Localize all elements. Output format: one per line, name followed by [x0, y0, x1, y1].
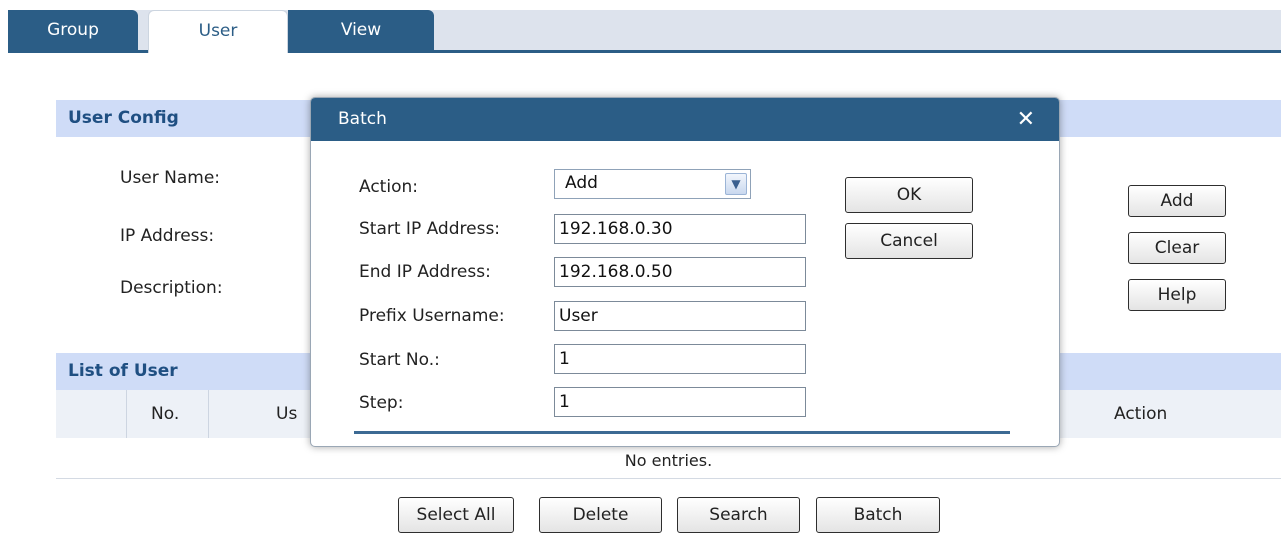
- help-button[interactable]: Help: [1128, 279, 1226, 311]
- select-all-button[interactable]: Select All: [398, 497, 514, 533]
- prefix-username-label: Prefix Username:: [359, 306, 505, 326]
- tab-user[interactable]: User: [148, 10, 288, 53]
- dialog-title: Batch: [338, 109, 387, 129]
- end-ip-input[interactable]: [554, 257, 806, 287]
- add-button[interactable]: Add: [1128, 185, 1226, 217]
- tab-view[interactable]: View: [288, 10, 434, 50]
- start-ip-input[interactable]: [554, 214, 806, 244]
- close-icon[interactable]: ✕: [1017, 98, 1035, 141]
- description-label: Description:: [120, 278, 223, 298]
- column-header-user: Us: [276, 404, 298, 424]
- action-select-value: Add: [565, 173, 598, 193]
- tab-bar: Group User View: [8, 10, 1281, 53]
- dialog-titlebar: Batch ✕: [311, 98, 1059, 141]
- dialog-divider: [354, 431, 1010, 434]
- prefix-username-input[interactable]: [554, 301, 806, 331]
- start-ip-label: Start IP Address:: [359, 219, 501, 239]
- chevron-down-icon[interactable]: ▼: [725, 173, 747, 195]
- step-label: Step:: [359, 393, 404, 413]
- action-select[interactable]: Add ▼: [554, 169, 751, 199]
- tab-group[interactable]: Group: [8, 10, 138, 50]
- column-divider: [126, 390, 127, 438]
- start-no-label: Start No.:: [359, 350, 440, 370]
- column-header-no: No.: [151, 404, 180, 424]
- clear-button[interactable]: Clear: [1128, 232, 1226, 264]
- action-label: Action:: [359, 177, 418, 197]
- start-no-input[interactable]: [554, 344, 806, 374]
- column-header-action: Action: [1114, 404, 1168, 424]
- column-divider: [208, 390, 209, 438]
- step-input[interactable]: [554, 387, 806, 417]
- ip-address-label: IP Address:: [120, 226, 215, 246]
- cancel-button[interactable]: Cancel: [845, 223, 973, 259]
- end-ip-label: End IP Address:: [359, 262, 491, 282]
- batch-dialog: Batch ✕ Action: Add ▼ Start IP Address: …: [310, 97, 1060, 447]
- delete-button[interactable]: Delete: [539, 497, 662, 533]
- search-button[interactable]: Search: [677, 497, 800, 533]
- ok-button[interactable]: OK: [845, 177, 973, 213]
- user-name-label: User Name:: [120, 168, 221, 188]
- batch-button[interactable]: Batch: [816, 497, 940, 533]
